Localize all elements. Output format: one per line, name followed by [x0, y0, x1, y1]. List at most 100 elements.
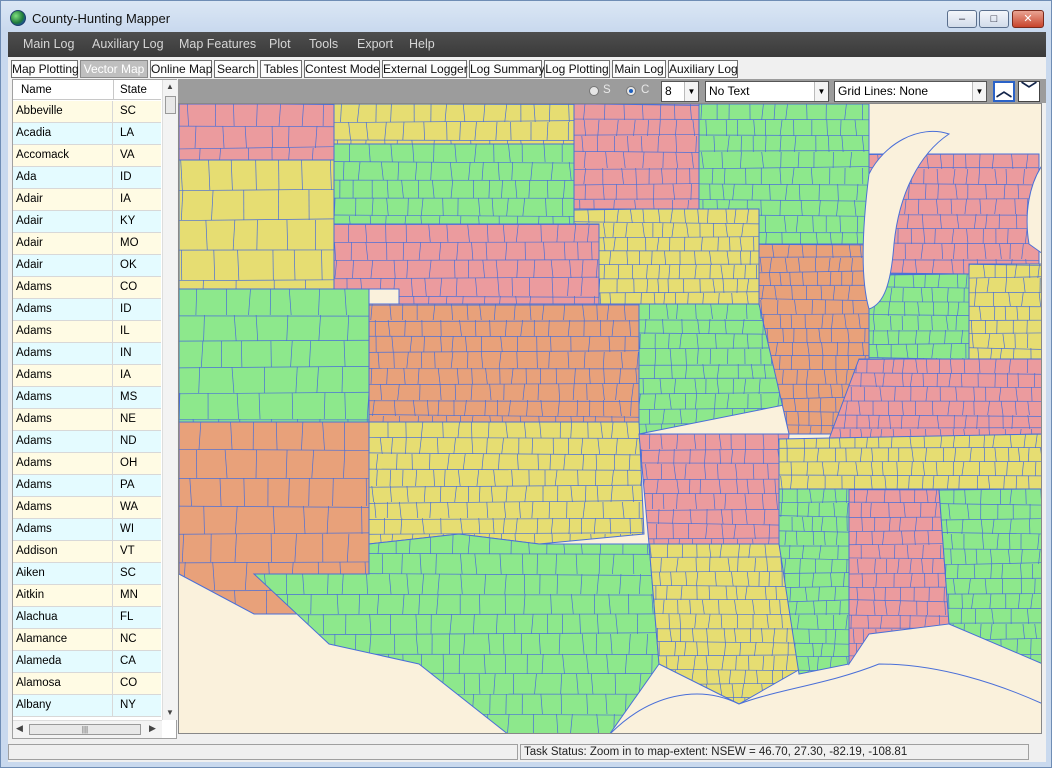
list-item[interactable]: Alamance NC	[13, 629, 161, 651]
list-item[interactable]: Acadia LA	[13, 123, 161, 145]
tab-contest-mode[interactable]: Contest Mode	[304, 60, 380, 78]
county-name: Adams	[13, 365, 113, 386]
tab-log-summary[interactable]: Log Summary	[469, 60, 545, 78]
menu-map-features[interactable]: Map Features	[179, 37, 256, 51]
zoom-out-down-button[interactable]: ﹀	[1018, 81, 1040, 102]
horizontal-scroll-thumb[interactable]: |||	[29, 724, 141, 735]
county-name: Adams	[13, 343, 113, 364]
list-item[interactable]: Alachua FL	[13, 607, 161, 629]
grid-lines-select[interactable]: Grid Lines: None ▼	[834, 81, 987, 102]
list-item[interactable]: Adair KY	[13, 211, 161, 233]
title-bar: County-Hunting Mapper – □ ✕	[1, 1, 1051, 33]
list-item[interactable]: Adams NE	[13, 409, 161, 431]
status-left-panel	[8, 744, 518, 760]
state-region-north-dakota[interactable]	[333, 104, 575, 145]
list-item[interactable]: Aitkin MN	[13, 585, 161, 607]
tab-strip: Map Plotting Vector Map Online Map Searc…	[8, 59, 1046, 79]
list-item[interactable]: Abbeville SC	[13, 101, 161, 123]
menu-main-log[interactable]: Main Log	[23, 37, 74, 51]
menu-tools[interactable]: Tools	[309, 37, 338, 51]
list-item[interactable]: Adams ID	[13, 299, 161, 321]
chevron-up-icon: ︿	[995, 83, 1012, 100]
county-name: Adair	[13, 255, 113, 276]
size-select[interactable]: 8 ▼	[661, 81, 699, 102]
county-state: VA	[120, 149, 135, 161]
tab-search[interactable]: Search	[214, 60, 258, 78]
list-item[interactable]: Adams IN	[13, 343, 161, 365]
list-item[interactable]: Adair MO	[13, 233, 161, 255]
horizontal-scrollbar[interactable]: ◀ ||| ▶	[13, 720, 162, 738]
list-item[interactable]: Ada ID	[13, 167, 161, 189]
county-list: Name State Abbeville SC Acadia LA Accomack VA…	[12, 79, 177, 739]
list-item[interactable]: Adair OK	[13, 255, 161, 277]
state-region-alabama[interactable]	[848, 488, 950, 666]
list-item[interactable]: Addison VT	[13, 541, 161, 563]
scroll-up-icon[interactable]: ▲	[166, 82, 174, 91]
chevron-down-icon[interactable]: ▼	[972, 82, 986, 101]
county-name: Adams	[13, 497, 113, 518]
state-region-colorado[interactable]	[179, 288, 370, 423]
county-name: Adair	[13, 189, 113, 210]
scroll-right-icon[interactable]: ▶	[149, 723, 156, 734]
list-item[interactable]: Adams WA	[13, 497, 161, 519]
list-item[interactable]: Adams PA	[13, 475, 161, 497]
county-state: CO	[120, 677, 138, 689]
list-item[interactable]: Adams ND	[13, 431, 161, 453]
county-state: KY	[120, 215, 136, 227]
tab-main-log[interactable]: Main Log	[612, 60, 666, 78]
radio-s[interactable]	[589, 86, 599, 96]
tab-external-logger[interactable]: External Logger	[382, 60, 468, 78]
scroll-down-icon[interactable]: ▼	[166, 708, 174, 717]
vector-map[interactable]	[178, 103, 1042, 734]
state-region-oklahoma[interactable]	[368, 421, 645, 545]
list-item[interactable]: Alameda CA	[13, 651, 161, 673]
tab-vector-map[interactable]: Vector Map	[80, 60, 148, 78]
tab-auxiliary-log[interactable]: Auxiliary Log	[668, 60, 738, 78]
chevron-down-icon[interactable]: ▼	[684, 82, 698, 101]
list-item[interactable]: Accomack VA	[13, 145, 161, 167]
chevron-down-icon[interactable]: ▼	[814, 82, 828, 101]
state-region-montana[interactable]	[179, 104, 335, 161]
zoom-in-up-button[interactable]: ︿	[993, 81, 1015, 102]
county-name: Adams	[13, 277, 113, 298]
column-divider[interactable]	[113, 80, 114, 100]
radio-s-label: S	[603, 84, 611, 96]
county-name: Aitkin	[13, 585, 113, 606]
state-region-wyoming[interactable]	[179, 159, 335, 290]
list-item[interactable]: Adams WI	[13, 519, 161, 541]
vertical-scrollbar[interactable]: ▲ ▼	[162, 80, 177, 720]
tab-online-map[interactable]: Online Map	[150, 60, 212, 78]
column-header-name[interactable]: Name	[21, 84, 52, 96]
county-map-canvas[interactable]	[179, 104, 1042, 734]
state-region-nebraska[interactable]	[333, 223, 600, 305]
list-item[interactable]: Adams MS	[13, 387, 161, 409]
list-item[interactable]: Aiken SC	[13, 563, 161, 585]
state-region-minnesota[interactable]	[573, 104, 700, 210]
scroll-left-icon[interactable]: ◀	[16, 723, 23, 734]
list-item[interactable]: Alamosa CO	[13, 673, 161, 695]
county-name: Acadia	[13, 123, 113, 144]
list-item[interactable]: Adams IA	[13, 365, 161, 387]
list-item[interactable]: Adams CO	[13, 277, 161, 299]
column-header-state[interactable]: State	[120, 84, 147, 96]
radio-c[interactable]	[626, 86, 636, 96]
menu-help[interactable]: Help	[409, 37, 435, 51]
menu-export[interactable]: Export	[357, 37, 393, 51]
list-item[interactable]: Adair IA	[13, 189, 161, 211]
close-button[interactable]: ✕	[1012, 10, 1044, 28]
menu-plot[interactable]: Plot	[269, 37, 291, 51]
size-select-value: 8	[665, 84, 672, 98]
tab-log-plotting[interactable]: Log Plotting	[544, 60, 610, 78]
vertical-scroll-thumb[interactable]	[165, 96, 176, 114]
state-region-kansas[interactable]	[368, 303, 640, 423]
menu-auxiliary-log[interactable]: Auxiliary Log	[92, 37, 164, 51]
tab-map-plotting[interactable]: Map Plotting	[11, 60, 79, 78]
text-mode-select[interactable]: No Text ▼	[705, 81, 829, 102]
maximize-button[interactable]: □	[979, 10, 1009, 28]
list-item[interactable]: Albany NY	[13, 695, 161, 717]
list-item[interactable]: Adams OH	[13, 453, 161, 475]
minimize-button[interactable]: –	[947, 10, 977, 28]
tab-tables[interactable]: Tables	[260, 60, 302, 78]
list-item[interactable]: Adams IL	[13, 321, 161, 343]
state-region-kentucky[interactable]	[828, 358, 1042, 440]
